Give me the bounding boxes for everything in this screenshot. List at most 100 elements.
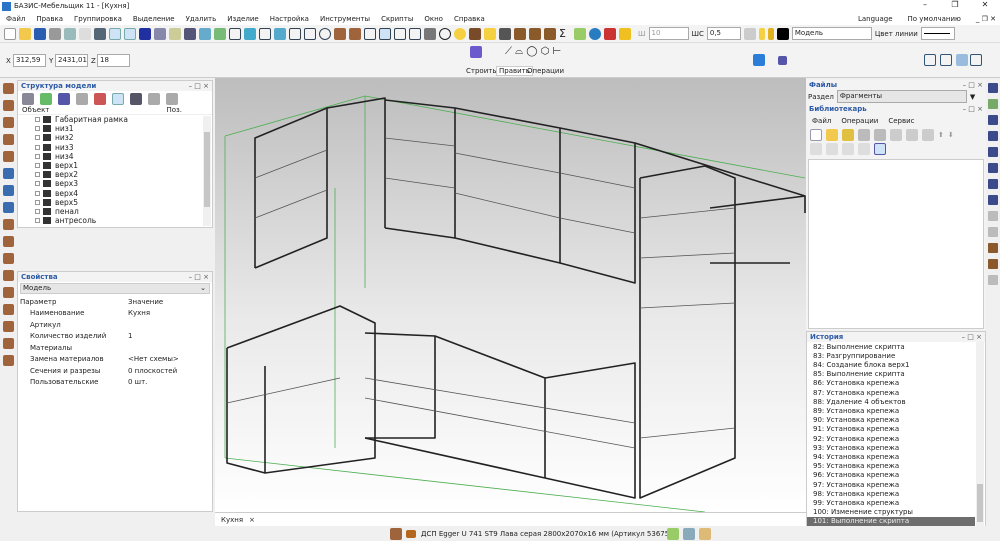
tree-item[interactable]: Габаритная рамка — [18, 115, 202, 124]
save-icon[interactable] — [858, 129, 870, 141]
view-right-icon[interactable] — [289, 27, 301, 40]
group-home-icon[interactable] — [858, 143, 870, 155]
history-item[interactable]: 101: Выполнение скрипта — [807, 516, 975, 526]
text-icon[interactable] — [906, 129, 918, 141]
stamp-icon[interactable] — [529, 27, 541, 40]
view-iso-icon[interactable] — [274, 27, 286, 40]
divider-icon[interactable] — [3, 185, 14, 196]
print-icon[interactable] — [874, 129, 886, 141]
tree-item[interactable]: верх5 — [18, 198, 202, 207]
property-row[interactable]: Сечения и разрезы 0 плоскостей — [18, 365, 212, 377]
help-icon[interactable] — [778, 56, 787, 65]
tree-item[interactable]: верх4 — [18, 189, 202, 198]
camera-icon[interactable] — [424, 27, 436, 40]
light-icon[interactable] — [454, 27, 466, 40]
grid-icon[interactable] — [109, 27, 121, 40]
material-2-icon[interactable] — [988, 259, 998, 269]
menu-settings[interactable]: Настройка — [270, 15, 309, 23]
export-icon[interactable] — [604, 27, 616, 40]
disabled-tool-icon[interactable] — [988, 211, 998, 221]
history-item[interactable]: 100: Изменение структуры — [807, 508, 975, 517]
property-row[interactable]: Пользовательские 0 шт. — [18, 377, 212, 389]
render-texture-icon[interactable] — [349, 27, 361, 40]
tag-icon[interactable] — [890, 129, 902, 141]
rail-icon[interactable] — [988, 115, 998, 125]
unlink-icon[interactable] — [94, 92, 106, 105]
tree-item[interactable]: верх2 — [18, 170, 202, 179]
zoom-window-icon[interactable] — [940, 54, 952, 66]
property-row[interactable]: Наименование Кухня — [18, 308, 212, 320]
history-item[interactable]: 82: Выполнение скрипта — [807, 342, 975, 351]
history-item[interactable]: 84: Создание блока верх1 — [807, 360, 975, 369]
mdi-controls[interactable]: _ ❐ ✕ — [976, 15, 996, 23]
history-item[interactable]: 86: Установка крепежа — [807, 379, 975, 388]
view-top-icon[interactable] — [244, 27, 256, 40]
box-icon[interactable] — [544, 27, 556, 40]
build-icon[interactable] — [470, 46, 482, 58]
image-icon[interactable] — [922, 129, 934, 141]
history-item[interactable]: 88: Удаление 4 объектов — [807, 397, 975, 406]
cabinet-icon[interactable] — [469, 27, 481, 40]
ortho-icon[interactable] — [124, 27, 136, 40]
folder-icon[interactable] — [826, 129, 838, 141]
select-all-icon[interactable] — [214, 27, 226, 40]
print-icon[interactable] — [49, 27, 61, 40]
history-item[interactable]: 83: Разгруппирование — [807, 351, 975, 360]
zoom-prev-icon[interactable] — [970, 54, 982, 66]
panel-controls[interactable]: – □ × — [963, 81, 986, 89]
sum-icon[interactable]: Σ — [559, 27, 571, 40]
history-item[interactable]: 96: Установка крепежа — [807, 471, 975, 480]
drawer-icon[interactable] — [3, 219, 14, 230]
property-row[interactable]: Артикул — [18, 319, 212, 331]
profile-dropdown[interactable]: По умолчанию — [908, 15, 961, 23]
horizontal-panel-icon[interactable] — [3, 117, 14, 128]
minimize-button[interactable]: – — [910, 0, 940, 9]
rotate-icon[interactable] — [319, 27, 331, 40]
menu-tools[interactable]: Инструменты — [320, 15, 370, 23]
select-icon[interactable] — [184, 27, 196, 40]
tree-item[interactable]: верх3 — [18, 179, 202, 188]
shelf-icon[interactable] — [3, 202, 14, 213]
tree-item[interactable]: низ4 — [18, 152, 202, 161]
add-icon[interactable] — [40, 92, 52, 105]
menu-select[interactable]: Выделение — [133, 15, 175, 23]
group-icon[interactable] — [166, 92, 178, 105]
lib-menu-operations[interactable]: Операции — [841, 117, 878, 125]
profile-icon[interactable] — [3, 168, 14, 179]
grid-status-icon[interactable] — [699, 528, 711, 540]
view-left-icon[interactable] — [259, 27, 271, 40]
tree-item[interactable]: антресоль — [18, 216, 202, 225]
history-item[interactable]: 85: Выполнение скрипта — [807, 370, 975, 379]
tree-item[interactable]: низ2 — [18, 133, 202, 142]
tab-operations[interactable]: Операции — [527, 67, 564, 75]
menu-scripts[interactable]: Скрипты — [381, 15, 413, 23]
history-item[interactable]: 90: Установка крепежа — [807, 416, 975, 425]
section-select[interactable]: Фрагменты — [836, 90, 967, 103]
library-content[interactable] — [808, 159, 984, 329]
preview-icon[interactable] — [874, 143, 886, 155]
history-item[interactable]: 94: Установка крепежа — [807, 452, 975, 461]
tree-item[interactable]: пенал — [18, 207, 202, 216]
lib-menu-service[interactable]: Сервис — [888, 117, 914, 125]
property-row[interactable]: Количество изделий 1 — [18, 331, 212, 343]
history-item[interactable]: 87: Установка крепежа — [807, 388, 975, 397]
menu-file[interactable]: Файл — [6, 15, 25, 23]
object-select[interactable]: Модель ⌄ — [20, 283, 210, 294]
fastener-icon[interactable] — [3, 253, 14, 264]
down-icon[interactable]: ⬇ — [948, 131, 954, 139]
front-panel-icon[interactable] — [3, 134, 14, 145]
filter-icon[interactable]: ▼ — [970, 93, 975, 101]
frame-icon[interactable] — [3, 355, 14, 366]
view-back-icon[interactable] — [304, 27, 316, 40]
history-item[interactable]: 95: Установка крепежа — [807, 462, 975, 471]
view-front-icon[interactable] — [229, 27, 241, 40]
material-icon[interactable] — [988, 243, 998, 253]
menu-help[interactable]: Справка — [454, 15, 485, 23]
line-icon[interactable] — [154, 27, 166, 40]
ruler-icon[interactable] — [169, 27, 181, 40]
search-icon[interactable] — [826, 143, 838, 155]
menu-edit[interactable]: Правка — [36, 15, 63, 23]
box-tool-icon[interactable] — [3, 338, 14, 349]
disabled-tool-2-icon[interactable] — [988, 227, 998, 237]
note-icon[interactable] — [484, 27, 496, 40]
